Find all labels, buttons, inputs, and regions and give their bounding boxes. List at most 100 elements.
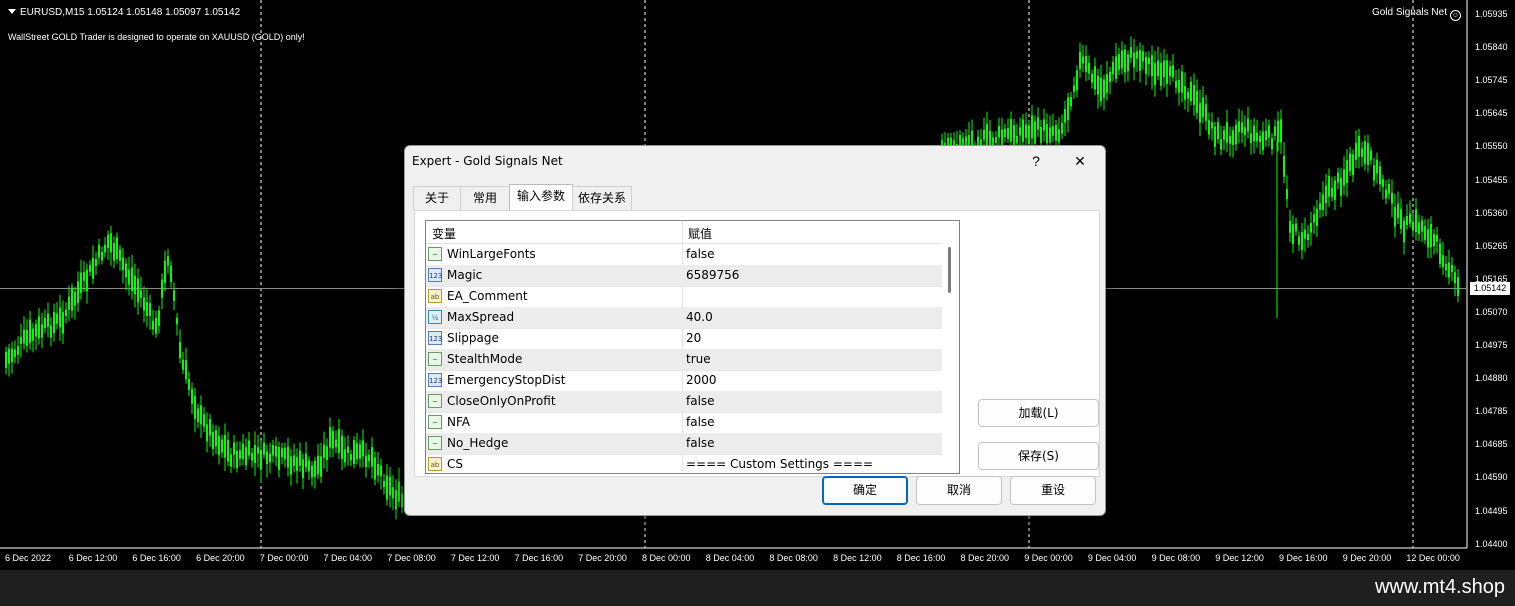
candle-body <box>1364 141 1366 164</box>
candle-body <box>1454 272 1456 284</box>
price-tick-label: 1.04975 <box>1475 340 1508 350</box>
load-button[interactable]: 加载(L) <box>978 399 1099 427</box>
candle-body <box>1427 229 1429 248</box>
candle-body <box>1349 153 1351 171</box>
tab-common[interactable]: 常用 <box>460 186 510 210</box>
candle-body <box>362 440 364 457</box>
candle-body <box>200 405 202 425</box>
parameter-value[interactable]: 6589756 <box>686 268 739 282</box>
scrollbar-thumb[interactable] <box>948 247 951 293</box>
dropdown-triangle-icon[interactable] <box>8 9 16 14</box>
cancel-button[interactable]: 取消 <box>916 476 1002 505</box>
candle-body <box>1220 139 1222 150</box>
candle-body <box>377 464 379 476</box>
candle-body <box>1124 49 1126 73</box>
candle-body <box>386 475 388 500</box>
parameter-value[interactable]: false <box>686 415 715 429</box>
candle-body <box>89 265 91 272</box>
parameter-row[interactable]: ~ NFA false <box>426 412 942 434</box>
candle-body <box>1379 166 1381 185</box>
parameter-row[interactable]: ~ No_Hedge false <box>426 433 942 455</box>
tab-inputs[interactable]: 输入参数 <box>509 184 573 210</box>
parameter-value[interactable]: ==== Custom Settings ==== <box>686 457 873 471</box>
help-button[interactable]: ? <box>1025 151 1047 171</box>
candle-body <box>1325 185 1327 204</box>
candle-body <box>1169 66 1171 77</box>
save-button[interactable]: 保存(S) <box>978 442 1099 470</box>
parameter-row[interactable]: ~ CloseOnlyOnProfit false <box>426 391 942 413</box>
candle-body <box>1355 142 1357 160</box>
parameter-value[interactable]: 2000 <box>686 373 717 387</box>
candle-body <box>266 451 268 465</box>
candle-body <box>107 234 109 249</box>
candle-body <box>311 465 313 478</box>
candle-body <box>293 455 295 466</box>
reset-button[interactable]: 重设 <box>1010 476 1096 505</box>
candle-body <box>1076 70 1078 91</box>
parameter-value[interactable]: false <box>686 394 715 408</box>
parameter-value[interactable]: false <box>686 247 715 261</box>
parameter-row[interactable]: ~ StealthMode true <box>426 349 942 371</box>
candle-body <box>1073 85 1075 92</box>
candle-body <box>371 446 373 467</box>
parameter-value[interactable]: 20 <box>686 331 701 345</box>
tab-about[interactable]: 关于 <box>413 186 461 210</box>
price-tick-label: 1.04495 <box>1475 505 1508 516</box>
time-tick-label: 6 Dec 12:00 <box>68 553 118 563</box>
close-button[interactable]: ✕ <box>1069 151 1091 171</box>
candle-body <box>1184 86 1186 100</box>
parameter-row[interactable]: 123 Magic 6589756 <box>426 265 942 287</box>
candle-body <box>143 297 145 311</box>
int-icon: 123 <box>428 373 442 387</box>
parameter-row[interactable]: ~ WinLargeFonts false <box>426 244 942 266</box>
grid-header: 变量 赋值 <box>426 221 941 244</box>
candle-body <box>110 233 112 253</box>
candle-body <box>1028 125 1030 144</box>
candle-body <box>1238 121 1240 133</box>
candle-body <box>1106 74 1108 94</box>
parameter-row[interactable]: 123 Slippage 20 <box>426 328 942 350</box>
parameter-name: EA_Comment <box>447 289 528 303</box>
parameter-row[interactable]: ab CS ==== Custom Settings ==== <box>426 454 942 473</box>
ok-button[interactable]: 确定 <box>822 476 908 505</box>
candle-body <box>5 351 7 368</box>
candle-body <box>29 319 31 344</box>
header-variable[interactable]: 变量 <box>432 225 456 242</box>
tab-dependencies[interactable]: 依存关系 <box>572 186 632 210</box>
parameter-row[interactable]: 123 EmergencyStopDist 2000 <box>426 370 942 392</box>
candle-body <box>209 419 211 436</box>
candle-body <box>1256 132 1258 142</box>
candle-body <box>1244 127 1246 136</box>
candle-body <box>146 302 148 317</box>
candle-body <box>374 457 376 480</box>
ea-label-text: Gold Signals Net <box>1371 7 1447 18</box>
vertical-scrollbar[interactable] <box>943 243 957 471</box>
candle-body <box>359 444 361 459</box>
bool-icon: ~ <box>428 247 442 261</box>
parameter-row[interactable]: ab EA_Comment <box>426 286 942 308</box>
candle-body <box>1199 103 1201 123</box>
int-icon: 123 <box>428 331 442 345</box>
candle-body <box>1316 208 1318 226</box>
header-value[interactable]: 赋值 <box>688 225 712 242</box>
candle-body <box>1061 122 1063 134</box>
parameter-value[interactable]: 40.0 <box>686 310 713 324</box>
candle-body <box>314 460 316 477</box>
candle-body <box>122 257 124 271</box>
candle-body <box>1211 122 1213 129</box>
candle-body <box>257 447 259 454</box>
candle-body <box>1049 127 1051 143</box>
candle-body <box>140 290 142 298</box>
parameter-value[interactable]: true <box>686 352 711 366</box>
candle-body <box>173 290 175 301</box>
parameter-row[interactable]: ½ MaxSpread 40.0 <box>426 307 942 329</box>
parameter-value[interactable]: false <box>686 436 715 450</box>
candle-body <box>398 481 400 502</box>
candle-body <box>65 309 67 316</box>
candle-body <box>1157 60 1159 76</box>
candle-body <box>1079 51 1081 70</box>
candle-body <box>77 281 79 304</box>
ea-label[interactable]: Gold Signals Net ☺ <box>1372 7 1461 21</box>
candle-body <box>131 267 133 292</box>
time-tick-label: 6 Dec 20:00 <box>196 553 245 563</box>
